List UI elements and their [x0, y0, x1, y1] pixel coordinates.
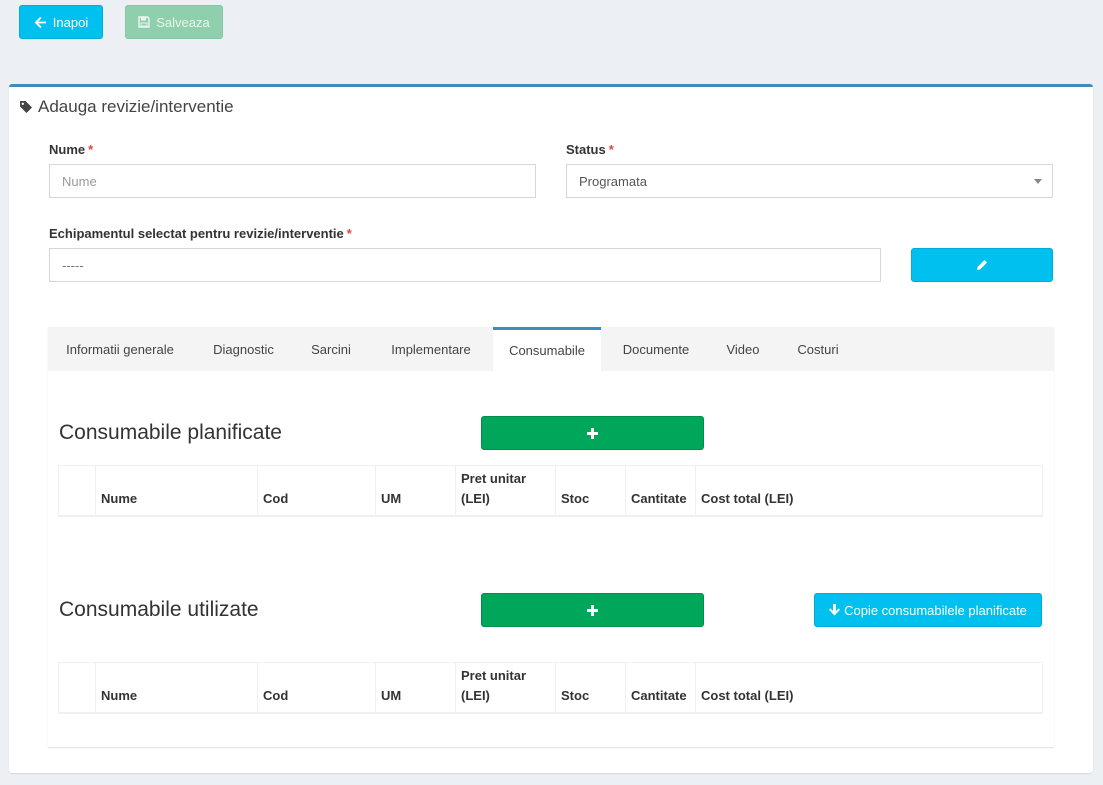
- used-col-cantitate[interactable]: Cantitate: [626, 663, 696, 713]
- add-used-button[interactable]: [481, 593, 704, 627]
- copy-planned-button[interactable]: Copie consumabilele planificate: [814, 593, 1042, 627]
- tab-costuri[interactable]: Costuri: [779, 327, 857, 371]
- add-planned-button[interactable]: [481, 416, 704, 450]
- floppy-disk-icon: [138, 16, 150, 28]
- used-col-cod[interactable]: Cod: [258, 663, 376, 713]
- tab-diagnostic[interactable]: Diagnostic: [196, 327, 291, 371]
- used-col-stoc[interactable]: Stoc: [556, 663, 626, 713]
- tab-informatii-generale[interactable]: Informatii generale: [48, 327, 192, 371]
- planned-col-pret-unitar[interactable]: Pret unitar (LEI): [456, 466, 556, 516]
- used-col-cost-total[interactable]: Cost total (LEI): [696, 663, 1042, 713]
- tab-consumabile[interactable]: Consumabile: [493, 327, 601, 371]
- nume-placeholder: Nume: [62, 173, 97, 189]
- plus-icon: [587, 427, 598, 439]
- planned-col-cost-total[interactable]: Cost total (LEI): [696, 466, 1042, 516]
- used-col-um[interactable]: UM: [376, 663, 456, 713]
- nume-label-text: Nume: [49, 142, 86, 157]
- status-label: Status *: [566, 142, 614, 157]
- edit-equipment-button[interactable]: [911, 248, 1053, 282]
- equipment-field[interactable]: -----: [49, 248, 881, 282]
- status-select[interactable]: Programata: [566, 164, 1053, 198]
- planned-section-title: Consumabile planificate: [59, 421, 282, 444]
- tab-bar: Informatii generale Diagnostic Sarcini I…: [48, 327, 1054, 371]
- arrow-left-icon: [34, 16, 46, 28]
- tag-icon: [20, 101, 32, 113]
- required-mark: *: [608, 142, 614, 157]
- save-button[interactable]: Salveaza: [125, 5, 223, 39]
- tab-implementare[interactable]: Implementare: [371, 327, 491, 371]
- page-title: Adauga revizie/interventie: [38, 97, 234, 116]
- planned-col-cantitate[interactable]: Cantitate: [626, 466, 696, 516]
- arrow-down-icon: [829, 604, 841, 616]
- planned-col-select: [59, 466, 96, 516]
- planned-col-um[interactable]: UM: [376, 466, 456, 516]
- used-col-nume[interactable]: Nume: [96, 663, 258, 713]
- status-value: Programata: [579, 173, 647, 189]
- back-button[interactable]: Inapoi: [19, 5, 103, 39]
- tab-video[interactable]: Video: [711, 327, 775, 371]
- tab-sarcini[interactable]: Sarcini: [293, 327, 369, 371]
- equipment-value: -----: [62, 257, 84, 273]
- nume-label: Nume *: [49, 142, 93, 157]
- used-col-pret-unitar[interactable]: Pret unitar (LEI): [456, 663, 556, 713]
- planned-table: Nume Cod UM Pret unitar (LEI) Stoc Canti…: [58, 465, 1043, 517]
- copy-planned-label: Copie consumabilele planificate: [844, 602, 1027, 618]
- main-box: Adauga revizie/interventie Nume * Nume St…: [9, 84, 1093, 773]
- used-table: Nume Cod UM Pret unitar (LEI) Stoc Canti…: [58, 662, 1043, 714]
- box-title: Adauga revizie/interventie: [19, 97, 234, 117]
- tabs-panel: Informatii generale Diagnostic Sarcini I…: [48, 327, 1054, 747]
- equipment-label-text: Echipamentul selectat pentru revizie/int…: [49, 226, 344, 241]
- planned-col-cod[interactable]: Cod: [258, 466, 376, 516]
- planned-col-stoc[interactable]: Stoc: [556, 466, 626, 516]
- pencil-icon: [977, 260, 987, 270]
- equipment-label: Echipamentul selectat pentru revizie/int…: [49, 226, 352, 241]
- plus-icon: [587, 604, 598, 616]
- save-button-label: Salveaza: [156, 14, 210, 30]
- used-section-title: Consumabile utilizate: [59, 598, 259, 621]
- caret-down-icon: [1034, 179, 1042, 184]
- required-mark: *: [88, 142, 94, 157]
- used-col-select: [59, 663, 96, 713]
- status-label-text: Status: [566, 142, 606, 157]
- required-mark: *: [346, 226, 352, 241]
- nume-input[interactable]: Nume: [49, 164, 536, 198]
- tab-documente[interactable]: Documente: [605, 327, 707, 371]
- back-button-label: Inapoi: [52, 14, 89, 30]
- planned-col-nume[interactable]: Nume: [96, 466, 258, 516]
